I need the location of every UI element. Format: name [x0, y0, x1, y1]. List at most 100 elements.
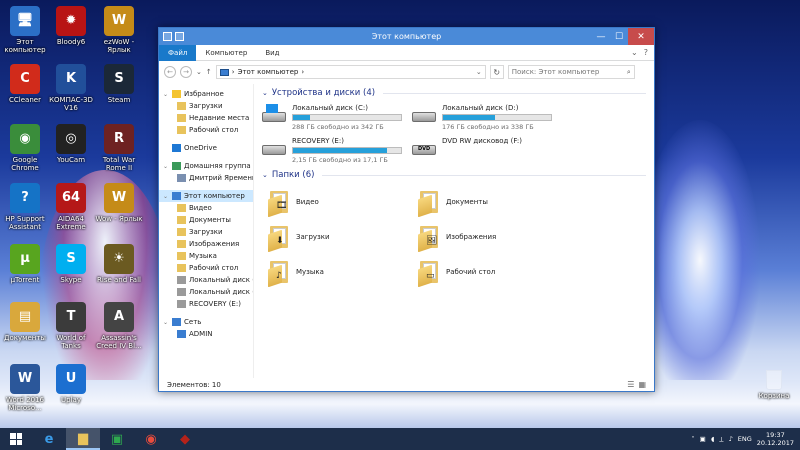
- taskbar-app-dota-2[interactable]: ◆: [168, 428, 202, 450]
- desktop-icon[interactable]: µ µTorrent: [0, 244, 50, 284]
- folders-header-label: Папки (6): [271, 170, 315, 180]
- clock[interactable]: 19:37 20.12.2017: [757, 431, 794, 447]
- recycle-bin[interactable]: Корзина: [752, 370, 796, 400]
- folder-item[interactable]: 🖼 Изображения: [418, 223, 568, 253]
- taskbar-app-store[interactable]: ▣: [100, 428, 134, 450]
- taskbar-app-file-explorer[interactable]: ▆: [66, 428, 100, 450]
- desktop-icon[interactable]: ▤ Документы: [0, 302, 50, 342]
- desktop-icon[interactable]: R Total War Rome II: [94, 124, 144, 172]
- drive-item[interactable]: Локальный диск (C:) 288 ГБ свободно из 34…: [262, 104, 412, 131]
- desktop-icon[interactable]: T World of Tanks: [46, 302, 96, 350]
- desktop-icon[interactable]: 🖥 Этот компьютер: [0, 6, 50, 54]
- desktop-icon[interactable]: S Steam: [94, 64, 144, 104]
- folder-icon: [177, 276, 186, 284]
- maximize-button[interactable]: ☐: [610, 28, 628, 45]
- sidebar-item-network-computer[interactable]: ADMIN: [159, 328, 253, 340]
- drive-item[interactable]: RECOVERY (E:) 2,15 ГБ свободно из 17,1 ГБ: [262, 137, 412, 164]
- sidebar-item-onedrive[interactable]: OneDrive: [159, 142, 253, 154]
- sidebar-item-this-pc-child[interactable]: Документы: [159, 214, 253, 226]
- forward-button[interactable]: →: [180, 66, 192, 78]
- close-button[interactable]: ✕: [628, 28, 654, 45]
- search-icon[interactable]: ⌕: [627, 68, 631, 77]
- expand-chevron-icon[interactable]: ⌄: [163, 193, 169, 200]
- sidebar-item-homegroup[interactable]: ⌄ Домашняя группа: [159, 160, 253, 172]
- tab-view[interactable]: Вид: [256, 45, 288, 61]
- details-view-icon[interactable]: ☰: [627, 380, 634, 389]
- refresh-button[interactable]: ↻: [489, 65, 504, 79]
- recent-locations-button[interactable]: ⌄: [196, 68, 202, 76]
- desktop-icon[interactable]: ◉ Google Chrome: [0, 124, 50, 172]
- search-box[interactable]: Поиск: Этот компьютер ⌕: [507, 65, 635, 79]
- desktop-icon[interactable]: ◎ YouCam: [46, 124, 96, 164]
- desktop-icon[interactable]: K КОМПАС-3D V16: [46, 64, 96, 112]
- tab-file[interactable]: Файл: [159, 44, 197, 61]
- network-icon[interactable]: ⟂: [719, 435, 723, 444]
- minimize-button[interactable]: —: [592, 28, 610, 45]
- desktop-icon[interactable]: U Uplay: [46, 364, 96, 404]
- expand-ribbon-icon[interactable]: ⌄: [631, 48, 638, 57]
- tab-computer[interactable]: Компьютер: [196, 45, 256, 61]
- address-root-chevron[interactable]: ›: [232, 68, 235, 76]
- desktop-icon[interactable]: 64 AIDA64 Extreme: [46, 183, 96, 231]
- folder-item[interactable]: ▭ Рабочий стол: [418, 258, 568, 288]
- volume-icon[interactable]: ♪: [729, 435, 733, 443]
- title-bar[interactable]: Этот компьютер — ☐ ✕: [159, 28, 654, 45]
- sidebar-item-this-pc-child[interactable]: Локальный диск (С: [159, 274, 253, 286]
- desktop-icon[interactable]: A Assassin's Creed IV Bl...: [94, 302, 144, 350]
- sidebar-item-favorite[interactable]: Загрузки: [159, 100, 253, 112]
- start-button[interactable]: [0, 428, 32, 450]
- properties-icon[interactable]: [163, 32, 172, 41]
- battery-icon[interactable]: ◖: [711, 435, 714, 443]
- sidebar-item-this-pc-child[interactable]: Видео: [159, 202, 253, 214]
- sidebar-item-this-pc-child[interactable]: Изображения: [159, 238, 253, 250]
- language-indicator[interactable]: ENG: [738, 435, 752, 443]
- sidebar-item-this-pc[interactable]: ⌄ Этот компьютер: [159, 190, 253, 202]
- new-folder-icon[interactable]: [175, 32, 184, 41]
- sidebar-item-this-pc-child[interactable]: Рабочий стол: [159, 262, 253, 274]
- folder-icon: ▭: [418, 259, 440, 288]
- sidebar-item-favorite[interactable]: Недавние места: [159, 112, 253, 124]
- expand-chevron-icon[interactable]: ⌄: [163, 163, 169, 170]
- sidebar-item-favorite[interactable]: Рабочий стол: [159, 124, 253, 136]
- desktop-icon[interactable]: C CCleaner: [0, 64, 50, 104]
- address-dropdown-icon[interactable]: ⌄: [476, 68, 482, 76]
- desktop-icon[interactable]: ? HP Support Assistant: [0, 183, 50, 231]
- address-bar[interactable]: › Этот компьютер › ⌄: [215, 65, 486, 79]
- expand-chevron-icon[interactable]: ⌄: [163, 319, 169, 326]
- help-icon[interactable]: ?: [644, 48, 648, 57]
- tray-app-icon[interactable]: ▣: [700, 435, 706, 443]
- folder-item[interactable]: ♪ Музыка: [268, 258, 418, 288]
- folder-badge-icon: ⬇: [276, 236, 284, 246]
- folder-item[interactable]: Документы: [418, 188, 568, 218]
- taskbar-app-internet-explorer[interactable]: e: [32, 428, 66, 450]
- desktop-icon-label: Bloody6: [56, 38, 86, 46]
- desktop-icon[interactable]: W Wow - Ярлык: [94, 183, 144, 223]
- sidebar-item-network[interactable]: ⌄ Сеть: [159, 316, 253, 328]
- taskbar-app-chrome[interactable]: ◉: [134, 428, 168, 450]
- sidebar-item-this-pc-child[interactable]: RECOVERY (E:): [159, 298, 253, 310]
- sidebar-item-homegroup-user[interactable]: Дмитрий Яременко: [159, 172, 253, 184]
- show-hidden-icons-button[interactable]: ˄: [691, 435, 694, 443]
- address-text[interactable]: Этот компьютер: [238, 68, 299, 76]
- address-chevron[interactable]: ›: [301, 68, 304, 76]
- folders-group-header[interactable]: ⌄ Папки (6): [262, 168, 646, 182]
- up-button[interactable]: ↑: [206, 68, 212, 76]
- folder-item[interactable]: ⬇ Загрузки: [268, 223, 418, 253]
- desktop-icon[interactable]: ☀ Rise and Fall: [94, 244, 144, 284]
- sidebar-item-this-pc-child[interactable]: Локальный диск (D: [159, 286, 253, 298]
- back-button[interactable]: ←: [164, 66, 176, 78]
- drive-item[interactable]: DVD DVD RW дисковод (F:): [412, 137, 562, 164]
- expand-chevron-icon[interactable]: ⌄: [163, 91, 169, 98]
- sidebar-item-this-pc-child[interactable]: Загрузки: [159, 226, 253, 238]
- large-icons-view-icon[interactable]: ▦: [638, 380, 646, 389]
- desktop-icon[interactable]: WezWoW - Ярлык: [94, 6, 144, 54]
- folder-item[interactable]: 🎞 Видео: [268, 188, 418, 218]
- drive-item[interactable]: Локальный диск (D:) 176 ГБ свободно из 33…: [412, 104, 562, 131]
- sidebar-item-this-pc-child[interactable]: Музыка: [159, 250, 253, 262]
- desktop-icon[interactable]: ✹ Bloody6: [46, 6, 96, 46]
- devices-group-header[interactable]: ⌄ Устройства и диски (4): [262, 86, 646, 100]
- desktop-icon[interactable]: S Skype: [46, 244, 96, 284]
- desktop-icon[interactable]: W Word 2016 Microso...: [0, 364, 50, 412]
- folder-icon: [418, 189, 440, 218]
- sidebar-item-favorites[interactable]: ⌄ Избранное: [159, 88, 253, 100]
